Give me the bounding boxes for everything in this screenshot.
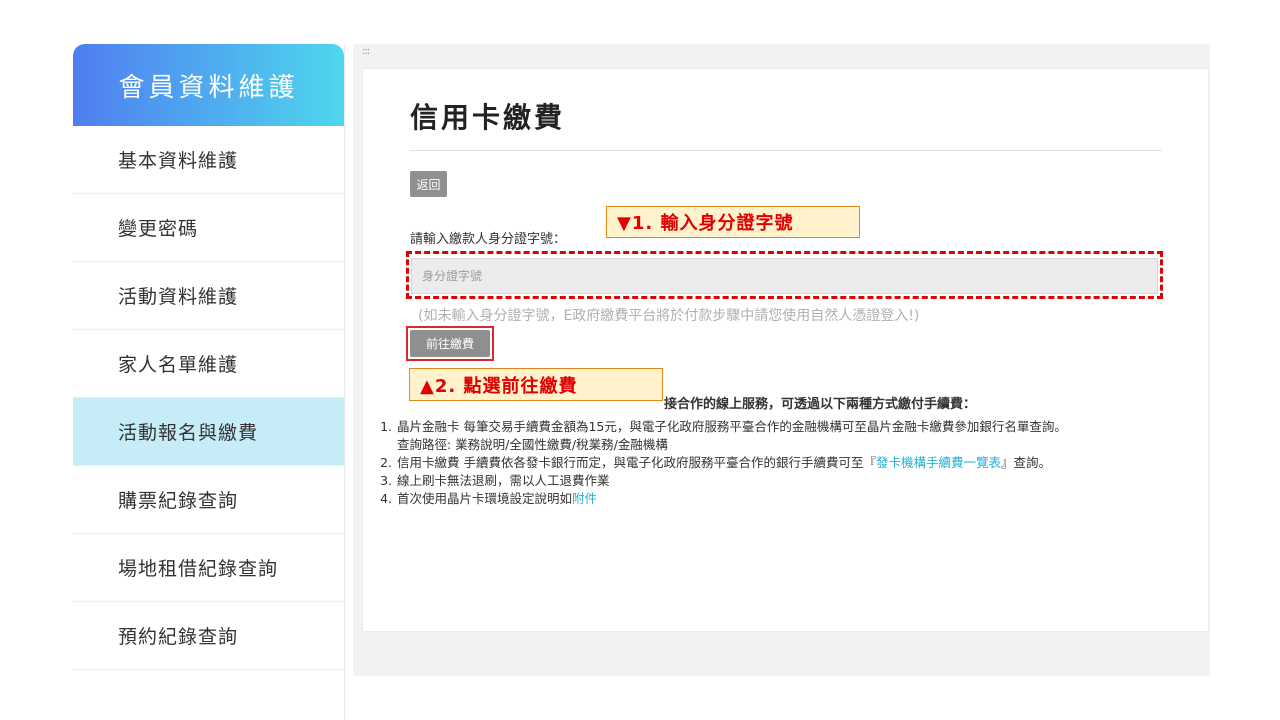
id-label: 請輸入繳款人身分證字號：	[410, 232, 567, 247]
sidebar-item-activity-info[interactable]: 活動資料維護	[73, 262, 344, 330]
list-subtext: 查詢路徑: 業務說明/全國性繳費/稅業務/金融機構	[397, 437, 668, 452]
sidebar-item-reservation-records[interactable]: 預約紀錄查詢	[73, 602, 344, 670]
callout-step-2: ▲2. 點選前往繳費	[409, 368, 663, 401]
list-item: 3. 線上刷卡無法退刷，需以人工退費作業	[372, 472, 1172, 490]
sidebar: 會員資料維護 基本資料維護 變更密碼 活動資料維護 家人名單維護 活動報名與繳費…	[73, 44, 345, 720]
sidebar-item-basic-info[interactable]: 基本資料維護	[73, 126, 344, 194]
attachment-link[interactable]: 附件	[572, 491, 597, 506]
sidebar-item-ticket-records[interactable]: 購票紀錄查詢	[73, 466, 344, 534]
list-number: 2.	[380, 455, 392, 470]
list-number: 3.	[380, 473, 392, 488]
list-number: 1.	[380, 419, 392, 434]
list-text: 晶片金融卡 每筆交易手續費金額為15元，與電子化政府服務平臺合作的金融機構可至晶…	[397, 419, 1067, 434]
sidebar-header: 會員資料維護	[73, 44, 344, 126]
list-item: 2. 信用卡繳費 手續費依各發卡銀行而定，與電子化政府服務平臺合作的銀行手續費可…	[372, 454, 1172, 472]
list-number: 4.	[380, 491, 392, 506]
id-number-input[interactable]	[411, 258, 1158, 294]
info-heading: 接合作的線上服務，可透過以下兩種方式繳付手續費：	[664, 397, 977, 412]
list-item: 4. 首次使用晶片卡環境設定說明如附件	[372, 490, 1172, 508]
info-list: 1. 晶片金融卡 每筆交易手續費金額為15元，與電子化政府服務平臺合作的金融機構…	[372, 418, 1172, 508]
sidebar-item-family-list[interactable]: 家人名單維護	[73, 330, 344, 398]
fee-table-link[interactable]: 發卡機構手續費一覽表	[876, 455, 1001, 470]
id-hint: (如未輸入身分證字號，E政府繳費平台將於付款步驟中請您使用自然人憑證登入!)	[418, 308, 920, 324]
list-text: 首次使用晶片卡環境設定說明如	[397, 491, 573, 506]
sidebar-item-venue-rental-records[interactable]: 場地租借紀錄查詢	[73, 534, 344, 602]
dots-icon: :::	[362, 46, 370, 57]
list-text: 線上刷卡無法退刷，需以人工退費作業	[397, 473, 610, 488]
back-button[interactable]: 返回	[410, 171, 447, 197]
sidebar-item-registration-payment[interactable]: 活動報名與繳費	[73, 398, 344, 466]
list-item: 1. 晶片金融卡 每筆交易手續費金額為15元，與電子化政府服務平臺合作的金融機構…	[372, 418, 1172, 454]
list-text: 信用卡繳費 手續費依各發卡銀行而定，與電子化政府服務平臺合作的銀行手續費可至『	[397, 455, 876, 470]
callout-step-1: ▼1. 輸入身分證字號	[606, 206, 860, 238]
page-title: 信用卡繳費	[410, 101, 566, 134]
list-text: 』查詢。	[1001, 455, 1052, 470]
sidebar-item-change-password[interactable]: 變更密碼	[73, 194, 344, 262]
go-pay-button[interactable]: 前往繳費	[410, 330, 490, 357]
sidebar-title: 會員資料維護	[118, 72, 299, 103]
title-divider	[410, 150, 1162, 151]
